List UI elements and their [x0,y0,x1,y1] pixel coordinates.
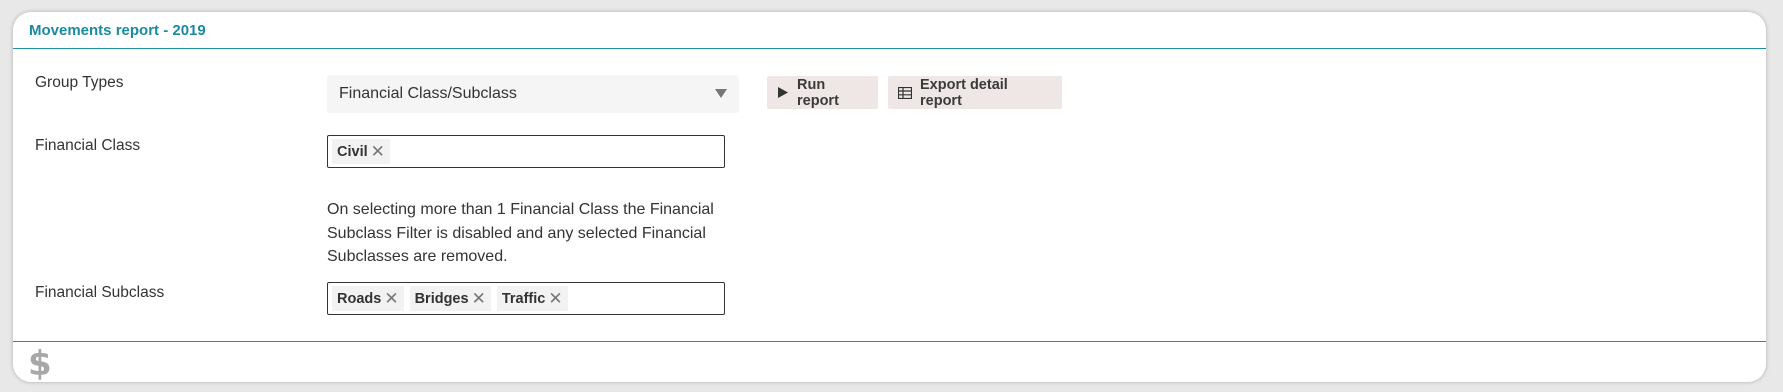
table-icon [898,86,912,99]
panel-title: Movements report - 2019 [29,21,206,39]
financial-class-tag: Civil ✕ [332,139,390,164]
play-icon [777,86,789,99]
tag-label: Bridges [414,290,469,307]
panel-header: Movements report - 2019 [13,12,1766,49]
financial-class-input[interactable]: Civil ✕ [327,135,725,168]
financial-subclass-tag: Traffic ✕ [496,286,568,311]
remove-tag-icon[interactable]: ✕ [472,290,486,307]
financial-subclass-input[interactable]: Roads ✕ Bridges ✕ Traffic ✕ [327,282,725,315]
run-report-button[interactable]: Run report [767,76,878,109]
report-form: Group Types Financial Class/Subclass Run… [13,49,1766,342]
financial-class-help-text: On selecting more than 1 Financial Class… [327,201,714,265]
financial-subclass-tag: Bridges ✕ [409,286,491,311]
financial-subclass-label: Financial Subclass [35,284,165,301]
financial-subclass-tag: Roads ✕ [332,286,404,311]
panel-footer: $ [13,342,1766,382]
remove-tag-icon[interactable]: ✕ [384,290,398,307]
remove-tag-icon[interactable]: ✕ [548,290,562,307]
group-types-label: Group Types [35,74,124,91]
export-detail-report-label: Export detail report [920,76,1008,109]
tag-label: Roads [337,290,382,307]
tag-label: Traffic [501,290,546,307]
group-types-selected-value: Financial Class/Subclass [339,85,517,102]
export-detail-report-button[interactable]: Export detail report [888,76,1062,109]
report-panel: Movements report - 2019 Group Types Fina… [13,12,1766,382]
tag-label: Civil [337,143,368,160]
dollar-icon: $ [28,344,52,382]
group-types-select[interactable]: Financial Class/Subclass [327,75,739,113]
caret-down-icon [715,89,727,98]
run-report-label: Run report [797,76,839,109]
financial-class-label: Financial Class [35,137,141,154]
remove-tag-icon[interactable]: ✕ [371,143,385,160]
